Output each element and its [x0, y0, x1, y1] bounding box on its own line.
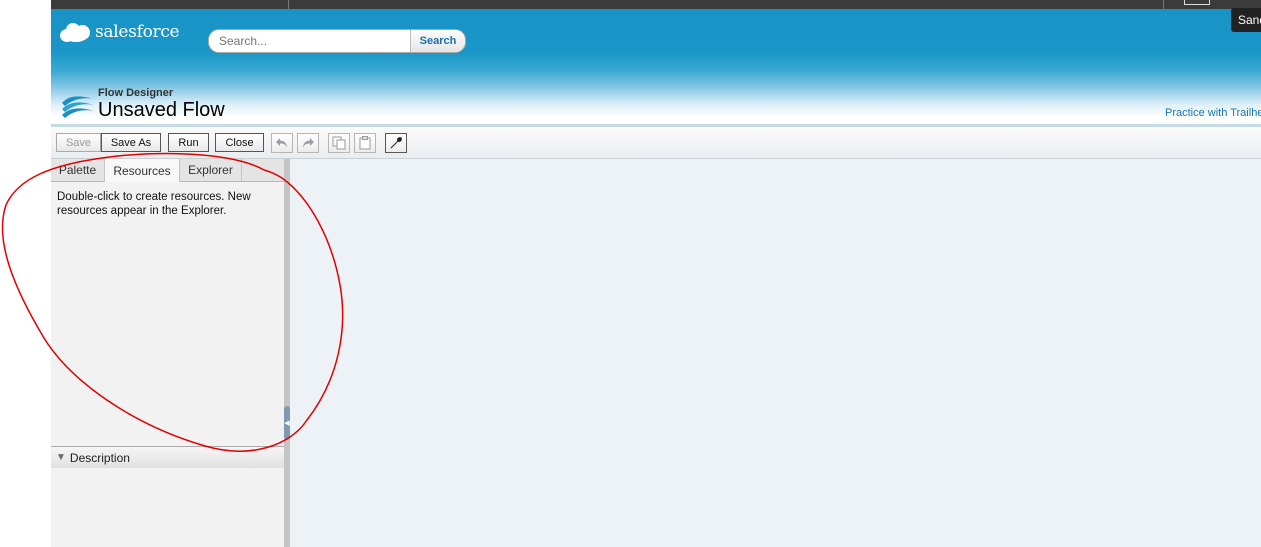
flow-designer-app: salesforce Search Flow Designer Unsaved …: [51, 0, 1261, 547]
save-button[interactable]: Save: [56, 133, 101, 152]
salesforce-wordmark: salesforce: [95, 22, 180, 42]
description-body: [51, 468, 284, 547]
window-icon[interactable]: [1184, 0, 1210, 5]
left-panel: Palette Resources Explorer Double-click …: [51, 159, 284, 547]
page-subtitle: Flow Designer: [98, 87, 174, 99]
wrench-icon: [390, 137, 402, 149]
search-input[interactable]: [209, 30, 410, 52]
flow-designer-logo-icon: [62, 96, 94, 118]
global-search: Search: [208, 29, 466, 53]
redo-button[interactable]: [297, 133, 319, 153]
flow-toolbar: Save Save As Run Close: [51, 127, 1261, 159]
trailhead-link[interactable]: Practice with Trailhe: [1165, 107, 1261, 119]
flow-canvas[interactable]: [290, 159, 1261, 547]
copy-button[interactable]: [328, 133, 350, 153]
page-title-block: Flow Designer Unsaved Flow: [61, 87, 225, 121]
top-strip-divider: [288, 0, 289, 9]
collapse-triangle-icon: ▼: [56, 452, 66, 463]
copy-icon: [332, 136, 346, 150]
close-button[interactable]: Close: [215, 133, 264, 152]
save-as-button[interactable]: Save As: [101, 133, 161, 152]
flow-titles: Flow Designer Unsaved Flow: [98, 87, 225, 121]
run-button[interactable]: Run: [168, 133, 209, 152]
redo-icon: [303, 138, 314, 148]
undo-button[interactable]: [271, 133, 293, 153]
tooltip: Sand: [1231, 8, 1261, 32]
description-label: Description: [69, 450, 130, 465]
undo-icon: [276, 138, 287, 148]
browser-top-strip: [51, 0, 1261, 9]
paste-icon: [359, 136, 371, 150]
tab-resources[interactable]: Resources: [104, 159, 180, 182]
salesforce-header: salesforce Search Flow Designer Unsaved …: [51, 9, 1261, 127]
resources-help-text: Double-click to create resources. New re…: [57, 191, 251, 217]
paste-button[interactable]: [354, 133, 376, 153]
tab-explorer[interactable]: Explorer: [180, 159, 242, 181]
page-title: Unsaved Flow: [98, 99, 225, 121]
description-section-header[interactable]: ▼ Description: [51, 446, 284, 469]
search-button[interactable]: Search: [410, 30, 465, 52]
top-strip-divider: [1163, 0, 1164, 9]
tab-palette[interactable]: Palette: [51, 159, 105, 181]
left-panel-tabs: Palette Resources Explorer: [51, 159, 284, 182]
salesforce-logo[interactable]: salesforce: [60, 19, 180, 45]
tooltip-text: Sand: [1238, 13, 1261, 27]
salesforce-cloud-icon: [60, 21, 92, 43]
settings-button[interactable]: [385, 133, 407, 153]
chevron-left-icon: ◀: [284, 420, 290, 427]
